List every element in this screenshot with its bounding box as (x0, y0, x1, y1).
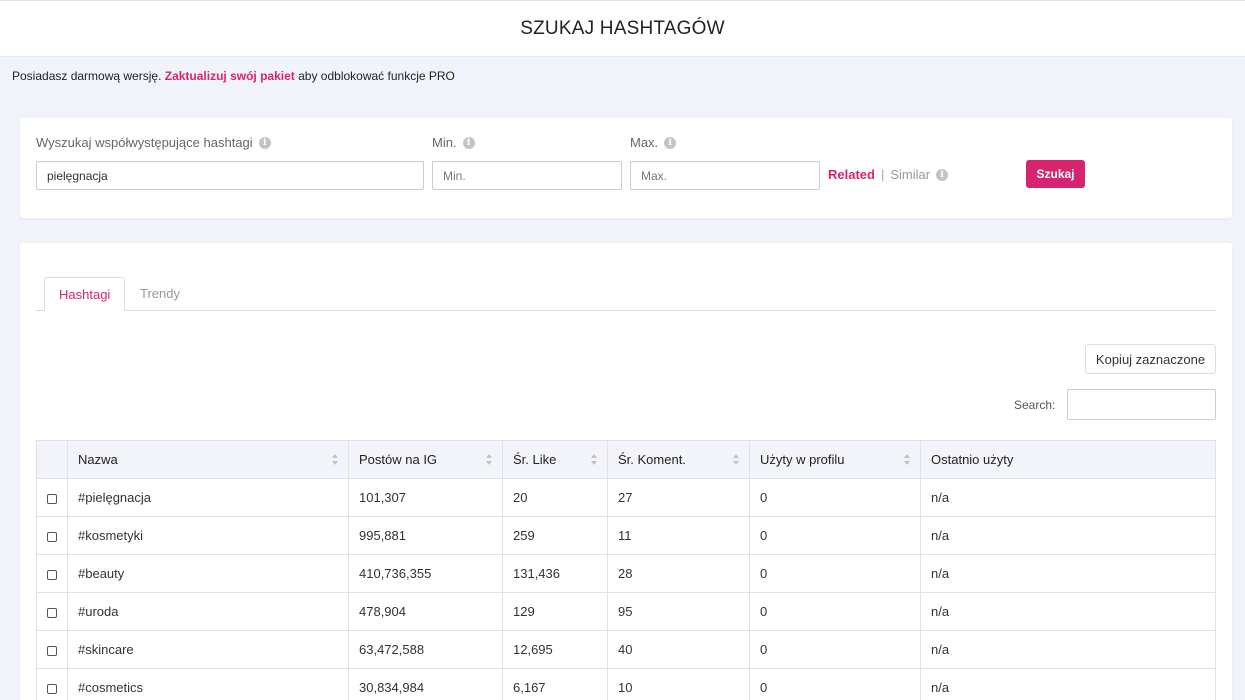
cell-name: #skincare (67, 630, 349, 669)
hashtag-label: Wyszukaj współwystępujące hashtagi (36, 135, 253, 150)
cell-name: #beauty (67, 554, 349, 593)
cell-avg-likes: 6,167 (502, 668, 608, 700)
max-label-group: Max. i (630, 135, 677, 150)
hashtag-label-group: Wyszukaj współwystępujące hashtagi i (36, 135, 271, 150)
column-header-used-in-profile[interactable]: Użyty w profilu (749, 440, 921, 479)
hashtags-table: Nazwa Postów na IG Śr. Like Śr. Koment. … (36, 440, 1216, 700)
row-checkbox[interactable] (47, 531, 57, 542)
cell-posts: 478,904 (348, 592, 503, 631)
table-search-input[interactable] (1067, 389, 1216, 420)
cell-avg-likes: 20 (502, 478, 608, 517)
cell-posts: 995,881 (348, 516, 503, 555)
copy-selected-button[interactable]: Kopiuj zaznaczone (1085, 344, 1216, 374)
row-checkbox[interactable] (47, 569, 57, 580)
table-row: #skincare 63,472,588 12,695 40 0 n/a (36, 630, 1216, 669)
hashtag-input[interactable] (36, 161, 424, 190)
cell-last-used: n/a (920, 554, 1216, 593)
table-row: #beauty 410,736,355 131,436 28 0 n/a (36, 554, 1216, 593)
cell-avg-comments: 40 (607, 630, 750, 669)
cell-used-in-profile: 0 (749, 554, 921, 593)
info-icon[interactable]: i (936, 168, 949, 181)
column-header-name[interactable]: Nazwa (67, 440, 349, 479)
cell-last-used: n/a (920, 478, 1216, 517)
cell-used-in-profile: 0 (749, 478, 921, 517)
table-header-row: Nazwa Postów na IG Śr. Like Śr. Koment. … (36, 440, 1216, 479)
top-bar: SZUKAJ HASHTAGÓW (0, 0, 1245, 57)
cell-avg-comments: 10 (607, 668, 750, 700)
results-card: Hashtagi Trendy Kopiuj zaznaczone Search… (20, 243, 1232, 700)
cell-name: #pielęgnacja (67, 478, 349, 517)
cell-avg-comments: 95 (607, 592, 750, 631)
cell-used-in-profile: 0 (749, 668, 921, 700)
info-icon[interactable]: i (462, 136, 475, 149)
mode-separator: | (880, 167, 885, 182)
cell-posts: 410,736,355 (348, 554, 503, 593)
table-row: #kosmetyki 995,881 259 11 0 n/a (36, 516, 1216, 555)
cell-avg-comments: 28 (607, 554, 750, 593)
max-label: Max. (630, 135, 659, 150)
cell-avg-comments: 27 (607, 478, 750, 517)
cell-last-used: n/a (920, 630, 1216, 669)
row-checkbox[interactable] (47, 607, 57, 618)
max-input[interactable] (630, 161, 820, 190)
table-row: #pielęgnacja 101,307 20 27 0 n/a (36, 478, 1216, 517)
cell-avg-comments: 11 (607, 516, 750, 555)
info-icon[interactable]: i (258, 136, 271, 149)
table-row: #cosmetics 30,834,984 6,167 10 0 n/a (36, 668, 1216, 700)
table-search-label: Search: (1014, 398, 1056, 412)
page-title: SZUKAJ HASHTAGÓW (520, 18, 725, 39)
cell-last-used: n/a (920, 668, 1216, 700)
table-row: #uroda 478,904 129 95 0 n/a (36, 592, 1216, 631)
search-mode-toggle: Related | Similar i (828, 167, 949, 182)
row-checkbox[interactable] (47, 645, 57, 656)
cell-posts: 30,834,984 (348, 668, 503, 700)
free-version-notice: Posiadasz darmową wersję. Zaktualizuj sw… (12, 69, 455, 83)
search-button[interactable]: Szukaj (1026, 160, 1085, 188)
cell-avg-likes: 259 (502, 516, 608, 555)
min-label: Min. (432, 135, 457, 150)
mode-similar-link[interactable]: Similar (890, 167, 930, 182)
results-tabs: Hashtagi Trendy (36, 277, 1216, 311)
row-checkbox[interactable] (47, 493, 57, 504)
tab-hashtagi[interactable]: Hashtagi (44, 277, 126, 311)
column-header-posts[interactable]: Postów na IG (348, 440, 503, 479)
cell-posts: 101,307 (348, 478, 503, 517)
cell-last-used: n/a (920, 592, 1216, 631)
min-input[interactable] (432, 161, 622, 190)
column-header-last-used[interactable]: Ostatnio użyty (920, 440, 1216, 479)
mode-related-link[interactable]: Related (828, 167, 875, 182)
column-header-avg-comments[interactable]: Śr. Koment. (607, 440, 750, 479)
notice-text-after: aby odblokować funkcje PRO (298, 69, 455, 83)
upgrade-link[interactable]: Zaktualizuj swój pakiet (165, 69, 295, 83)
cell-name: #cosmetics (67, 668, 349, 700)
notice-text: Posiadasz darmową wersję. (12, 69, 162, 83)
sort-icon (332, 454, 339, 466)
row-checkbox[interactable] (47, 683, 57, 694)
sort-icon (904, 454, 911, 466)
info-icon[interactable]: i (664, 136, 677, 149)
column-header-avg-likes[interactable]: Śr. Like (502, 440, 608, 479)
cell-last-used: n/a (920, 516, 1216, 555)
cell-used-in-profile: 0 (749, 592, 921, 631)
cell-posts: 63,472,588 (348, 630, 503, 669)
tab-trendy[interactable]: Trendy (126, 277, 194, 311)
cell-avg-likes: 131,436 (502, 554, 608, 593)
cell-used-in-profile: 0 (749, 516, 921, 555)
sort-icon (733, 454, 740, 466)
cell-name: #kosmetyki (67, 516, 349, 555)
min-label-group: Min. i (432, 135, 475, 150)
search-card: Wyszukaj współwystępujące hashtagi i Min… (20, 118, 1232, 218)
cell-avg-likes: 129 (502, 592, 608, 631)
select-column-header (36, 440, 68, 479)
sort-icon (486, 454, 493, 466)
sort-icon (591, 454, 598, 466)
cell-name: #uroda (67, 592, 349, 631)
cell-used-in-profile: 0 (749, 630, 921, 669)
cell-avg-likes: 12,695 (502, 630, 608, 669)
